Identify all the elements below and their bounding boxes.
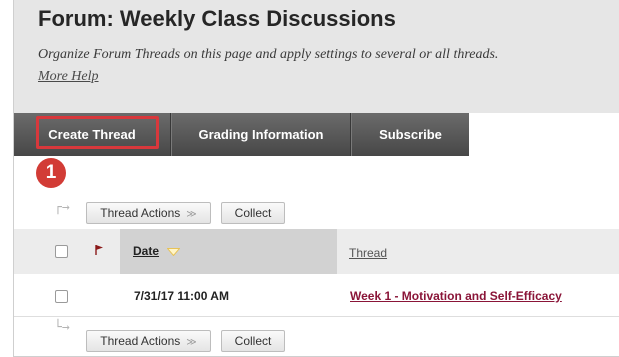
page-description: Organize Forum Threads on this page and … (38, 47, 499, 62)
thread-column-sort-link[interactable]: Thread (349, 246, 387, 260)
row-checkbox[interactable] (55, 290, 68, 303)
page-header: Forum: Weekly Class Discussions Organize… (14, 0, 619, 113)
row-divider (14, 316, 619, 317)
thread-title-link[interactable]: Week 1 - Motivation and Self-Efficacy (350, 289, 562, 303)
thread-actions-dropdown[interactable]: Thread Actions ≫ (86, 202, 211, 224)
page-title: Forum: Weekly Class Discussions (38, 6, 396, 31)
thread-actions-label: Thread Actions (100, 206, 181, 220)
select-all-checkbox[interactable] (55, 245, 68, 258)
flag-icon (95, 245, 103, 255)
chevron-down-icon: ≫ (186, 337, 197, 348)
tree-connector-icon: └→ (54, 320, 70, 335)
annotation-step-badge: 1 (36, 158, 66, 188)
thread-actions-dropdown-bottom[interactable]: Thread Actions ≫ (86, 330, 211, 352)
more-help-link[interactable]: More Help (38, 69, 99, 85)
forum-frame: Forum: Weekly Class Discussions Organize… (13, 0, 619, 357)
sort-descending-icon[interactable] (167, 248, 180, 256)
collect-button-bottom[interactable]: Collect (221, 330, 285, 352)
thread-actions-label: Thread Actions (100, 334, 181, 348)
grading-information-button[interactable]: Grading Information (170, 113, 351, 156)
thread-date: 7/31/17 11:00 AM (134, 289, 229, 303)
subscribe-button[interactable]: Subscribe (350, 113, 470, 156)
annotation-highlight-box (36, 116, 159, 149)
chevron-down-icon: ≫ (186, 209, 197, 220)
collect-button[interactable]: Collect (221, 202, 285, 224)
date-column-sort-link[interactable]: Date (133, 244, 159, 258)
tree-connector-icon: ┌→ (54, 200, 70, 215)
